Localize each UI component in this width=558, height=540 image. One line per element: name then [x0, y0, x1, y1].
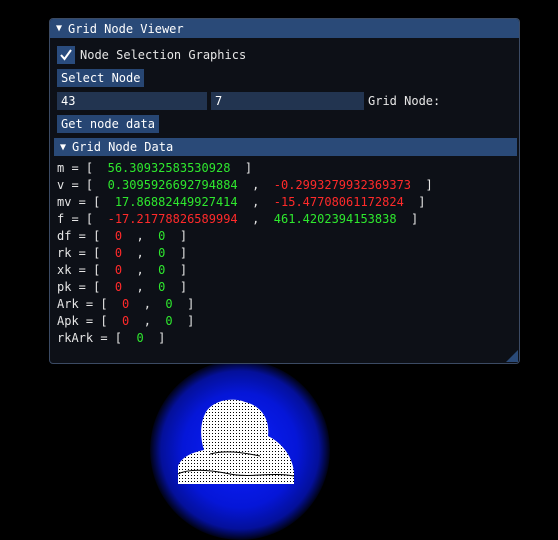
data-row-Apk: Apk = [ 0 , 0 ]: [57, 314, 195, 328]
row-value: 0: [136, 331, 144, 345]
data-row-m: m = [ 56.30932583530928 ]: [57, 161, 253, 175]
data-row-Ark: Ark = [ 0 , 0 ]: [57, 297, 195, 311]
row-label: Ark: [57, 297, 79, 311]
row-value: -15.47708061172824: [273, 195, 404, 209]
row-value: 0: [158, 280, 166, 294]
row-label: rk: [57, 246, 72, 260]
row-value: 0: [165, 314, 173, 328]
row-value: 0: [114, 280, 123, 294]
row-value: 56.30932583530928: [107, 161, 231, 175]
row-value: 0: [122, 297, 130, 311]
row-value: 0: [158, 246, 166, 260]
section-collapse-icon[interactable]: ▼: [60, 142, 66, 153]
row-label: Apk: [57, 314, 79, 328]
particle-blob: [177, 399, 295, 484]
data-row-mv: mv = [ 17.86882449927414 , -15.477080611…: [57, 195, 426, 209]
row-label: m: [57, 161, 65, 175]
node-x-input[interactable]: [57, 92, 207, 110]
window-title: Grid Node Viewer: [68, 21, 184, 36]
row-value: 17.86882449927414: [114, 195, 238, 209]
row-value: 0: [122, 314, 130, 328]
row-label: mv: [57, 195, 72, 209]
row-label: v: [57, 178, 65, 192]
row-value: -0.2993279932369373: [273, 178, 412, 192]
row-value: 0: [114, 263, 123, 277]
collapse-triangle-icon[interactable]: ▼: [56, 23, 62, 34]
node-selection-graphics-checkbox[interactable]: [57, 46, 75, 64]
row-label: xk: [57, 263, 72, 277]
grid-node-viewer-window: ▼ Grid Node Viewer Node Selection Graphi…: [49, 18, 520, 364]
grid-node-data-header[interactable]: ▼ Grid Node Data: [54, 138, 517, 156]
data-row-v: v = [ 0.3095926692794884 , -0.2993279932…: [57, 178, 433, 192]
row-label: df: [57, 229, 72, 243]
row-label: f: [57, 212, 65, 226]
row-value: 0: [158, 229, 166, 243]
node-selection-graphics-row: Node Selection Graphics: [57, 46, 246, 64]
checkmark-icon: [60, 49, 72, 61]
grid-node-label: Grid Node:: [368, 94, 441, 108]
data-row-df: df = [ 0 , 0 ]: [57, 229, 188, 243]
data-row-rk: rk = [ 0 , 0 ]: [57, 246, 188, 260]
checkbox-label: Node Selection Graphics: [80, 48, 247, 62]
get-node-data-button[interactable]: Get node data: [57, 115, 159, 133]
data-row-pk: pk = [ 0 , 0 ]: [57, 280, 188, 294]
data-row-rkArk: rkArk = [ 0 ]: [57, 331, 166, 345]
row-value: 461.4202394153838: [273, 212, 397, 226]
select-node-button[interactable]: Select Node: [57, 69, 145, 87]
data-row-xk: xk = [ 0 , 0 ]: [57, 263, 188, 277]
row-label: pk: [57, 280, 72, 294]
window-titlebar[interactable]: ▼ Grid Node Viewer: [50, 19, 519, 38]
row-value: 0: [158, 263, 166, 277]
row-value: 0.3095926692794884: [107, 178, 238, 192]
row-value: -17.21778826589994: [107, 212, 238, 226]
row-value: 0: [114, 246, 123, 260]
resize-grip[interactable]: [506, 350, 518, 362]
node-y-input[interactable]: [211, 92, 364, 110]
row-value: 0: [165, 297, 173, 311]
data-row-f: f = [ -17.21778826589994 , 461.420239415…: [57, 212, 419, 226]
row-value: 0: [114, 229, 123, 243]
row-label: rkArk: [57, 331, 94, 345]
section-title: Grid Node Data: [72, 140, 174, 154]
